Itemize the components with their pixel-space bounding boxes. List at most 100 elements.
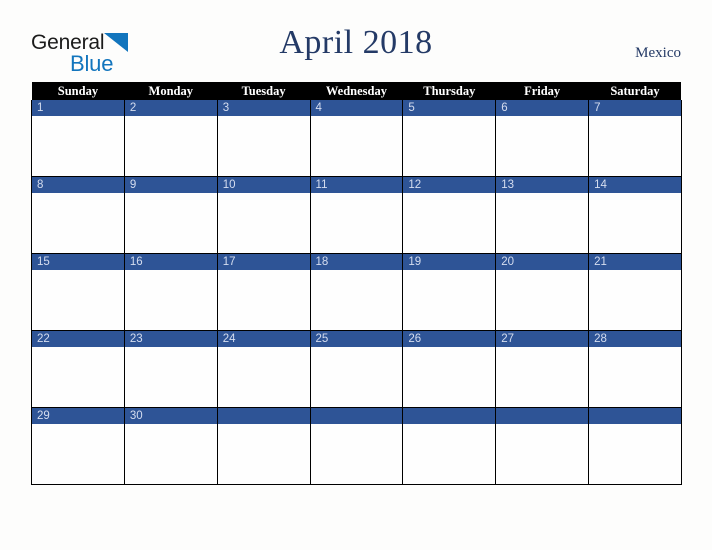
day-cell-body[interactable] — [125, 193, 217, 252]
day-cell-body[interactable] — [311, 116, 403, 175]
day-number — [310, 408, 403, 424]
day-number: 7 — [589, 100, 681, 116]
calendar-day-cell[interactable]: 20 — [495, 253, 590, 331]
calendar-day-cell[interactable]: 21 — [588, 253, 682, 331]
day-number: 29 — [32, 408, 124, 424]
calendar-day-cell[interactable]: 19 — [402, 253, 497, 331]
weekday-header-saturday: Saturday — [588, 82, 682, 100]
day-cell-body[interactable] — [32, 270, 124, 329]
day-number: 27 — [496, 331, 589, 347]
calendar-day-cell[interactable]: 26 — [402, 330, 497, 408]
day-cell-body[interactable] — [218, 270, 310, 329]
day-cell-body[interactable] — [32, 347, 124, 406]
day-cell-body[interactable] — [403, 116, 495, 175]
day-cell-body[interactable] — [403, 270, 495, 329]
day-cell-body[interactable] — [218, 193, 310, 252]
weekday-header-monday: Monday — [124, 82, 218, 100]
calendar-day-cell[interactable]: 22 — [31, 330, 125, 408]
day-cell-body[interactable] — [311, 424, 403, 483]
day-cell-body[interactable] — [496, 270, 588, 329]
calendar-day-cell[interactable]: 7 — [588, 100, 682, 177]
calendar-day-cell[interactable]: 14 — [588, 176, 682, 254]
calendar-day-cell-empty[interactable] — [309, 407, 404, 485]
day-cell-body[interactable] — [125, 116, 217, 175]
weekday-header-tuesday: Tuesday — [217, 82, 311, 100]
calendar-day-cell[interactable]: 24 — [216, 330, 311, 408]
calendar-day-cell-empty[interactable] — [216, 407, 311, 485]
day-number: 6 — [496, 100, 589, 116]
day-cell-body[interactable] — [589, 424, 681, 483]
calendar-day-cell[interactable]: 12 — [402, 176, 497, 254]
day-cell-body[interactable] — [32, 193, 124, 252]
page-header: General Blue April 2018 Mexico — [0, 0, 712, 80]
day-number: 3 — [217, 100, 310, 116]
calendar-day-cell[interactable]: 30 — [123, 407, 218, 485]
calendar-day-cell[interactable]: 27 — [495, 330, 590, 408]
day-number: 12 — [403, 177, 496, 193]
calendar-day-cell[interactable]: 23 — [123, 330, 218, 408]
calendar-table: Sunday Monday Tuesday Wednesday Thursday… — [31, 82, 682, 485]
day-number: 5 — [403, 100, 496, 116]
day-cell-body[interactable] — [32, 116, 124, 175]
calendar-day-cell[interactable]: 15 — [31, 253, 125, 331]
day-number: 24 — [217, 331, 310, 347]
day-number: 21 — [589, 254, 681, 270]
day-number: 17 — [217, 254, 310, 270]
day-cell-body[interactable] — [496, 424, 588, 483]
page-title: April 2018 — [279, 24, 433, 61]
day-cell-body[interactable] — [403, 193, 495, 252]
day-number: 11 — [310, 177, 403, 193]
day-cell-body[interactable] — [32, 424, 124, 483]
day-cell-body[interactable] — [589, 270, 681, 329]
calendar-day-cell[interactable]: 10 — [216, 176, 311, 254]
calendar-day-cell[interactable]: 16 — [123, 253, 218, 331]
calendar-day-cell[interactable]: 2 — [123, 100, 218, 177]
day-cell-body[interactable] — [589, 116, 681, 175]
day-cell-body[interactable] — [311, 270, 403, 329]
day-cell-body[interactable] — [496, 193, 588, 252]
calendar-day-cell[interactable]: 11 — [309, 176, 404, 254]
day-cell-body[interactable] — [218, 116, 310, 175]
day-cell-body[interactable] — [125, 270, 217, 329]
day-cell-body[interactable] — [218, 424, 310, 483]
day-number — [217, 408, 310, 424]
calendar-day-cell-empty[interactable] — [402, 407, 497, 485]
day-number — [589, 408, 681, 424]
calendar-day-cell-empty[interactable] — [495, 407, 590, 485]
calendar-day-cell[interactable]: 4 — [309, 100, 404, 177]
calendar-day-cell[interactable]: 3 — [216, 100, 311, 177]
day-cell-body[interactable] — [311, 193, 403, 252]
calendar-day-cell[interactable]: 18 — [309, 253, 404, 331]
calendar-day-cell[interactable]: 8 — [31, 176, 125, 254]
day-cell-body[interactable] — [496, 116, 588, 175]
calendar-week-row: 22 23 24 25 26 27 28 — [31, 330, 682, 408]
calendar-day-cell[interactable]: 1 — [31, 100, 125, 177]
calendar-day-cell[interactable]: 28 — [588, 330, 682, 408]
day-number: 14 — [589, 177, 681, 193]
calendar-day-cell[interactable]: 17 — [216, 253, 311, 331]
day-number: 18 — [310, 254, 403, 270]
calendar-day-cell[interactable]: 5 — [402, 100, 497, 177]
day-cell-body[interactable] — [125, 424, 217, 483]
calendar-day-cell[interactable]: 6 — [495, 100, 590, 177]
day-number — [496, 408, 589, 424]
weekday-header-row: Sunday Monday Tuesday Wednesday Thursday… — [31, 82, 682, 100]
day-cell-body[interactable] — [496, 347, 588, 406]
calendar-body: 1 2 3 4 5 6 7 8 9 10 11 12 13 14 15 16 1… — [31, 100, 682, 485]
day-number: 16 — [124, 254, 217, 270]
calendar-day-cell[interactable]: 25 — [309, 330, 404, 408]
day-cell-body[interactable] — [125, 347, 217, 406]
day-cell-body[interactable] — [311, 347, 403, 406]
day-cell-body[interactable] — [589, 347, 681, 406]
country-label: Mexico — [635, 45, 681, 61]
day-cell-body[interactable] — [403, 424, 495, 483]
calendar-day-cell[interactable]: 9 — [123, 176, 218, 254]
calendar-day-cell[interactable]: 29 — [31, 407, 125, 485]
day-cell-body[interactable] — [589, 193, 681, 252]
weekday-header-sunday: Sunday — [31, 82, 125, 100]
calendar-day-cell-empty[interactable] — [588, 407, 682, 485]
day-cell-body[interactable] — [403, 347, 495, 406]
day-cell-body[interactable] — [218, 347, 310, 406]
day-number: 4 — [310, 100, 403, 116]
calendar-day-cell[interactable]: 13 — [495, 176, 590, 254]
